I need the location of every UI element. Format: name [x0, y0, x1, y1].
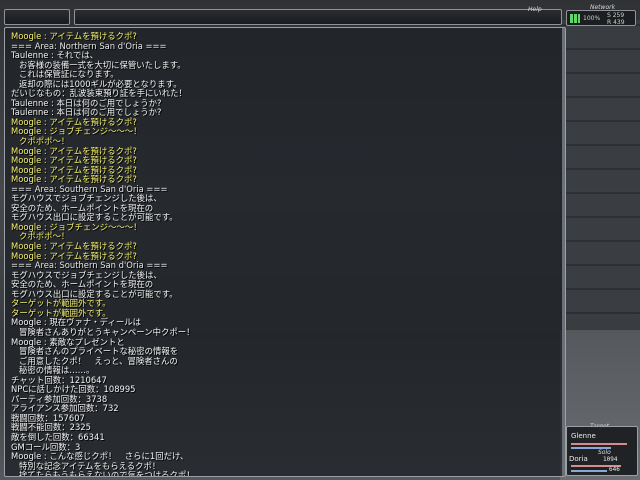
signal-bars-icon — [570, 14, 580, 23]
chat-line: Moogle : ジョブチェンジ〜〜〜！ — [11, 221, 142, 232]
chat-line: 捨てたらもうもらえないので気をつけるクポ！ — [11, 470, 195, 477]
solo-label: Solo — [598, 449, 611, 456]
network-send: S 259 — [607, 12, 625, 19]
chat-line: アライアンス参加回数：732 — [11, 403, 119, 414]
target-hp-bar — [571, 443, 627, 445]
help-label[interactable]: Help — [528, 6, 542, 13]
member-hp-value: 1094 — [603, 456, 618, 463]
chat-log-window[interactable]: Moogle : アイテムを預けるクポ? === Area: Northern S… — [4, 27, 566, 477]
network-recv: R 439 — [607, 19, 625, 26]
chat-line: Moogle : ジョブチェンジ〜〜〜！ — [11, 126, 142, 137]
chat-line: 戦闘回数：157607 — [11, 412, 85, 423]
chat-line: 敵を倒した回数：66341 — [11, 431, 105, 442]
member-name[interactable]: Doria — [569, 455, 588, 463]
chat-scrollbar[interactable] — [562, 28, 565, 476]
macro-bar-left[interactable] — [4, 9, 70, 25]
target-name[interactable]: Glenne — [571, 432, 596, 440]
member-mp-bar — [571, 470, 607, 472]
member-tp-value: 646 — [609, 466, 620, 473]
network-traffic: S 259 R 439 — [607, 12, 625, 26]
chat-log-lines: Moogle : アイテムを預けるクポ? === Area: Northern S… — [11, 31, 561, 477]
chat-input-bar[interactable] — [74, 9, 562, 25]
network-status: 100% S 259 R 439 — [566, 10, 636, 26]
network-percent: 100% — [583, 15, 601, 22]
